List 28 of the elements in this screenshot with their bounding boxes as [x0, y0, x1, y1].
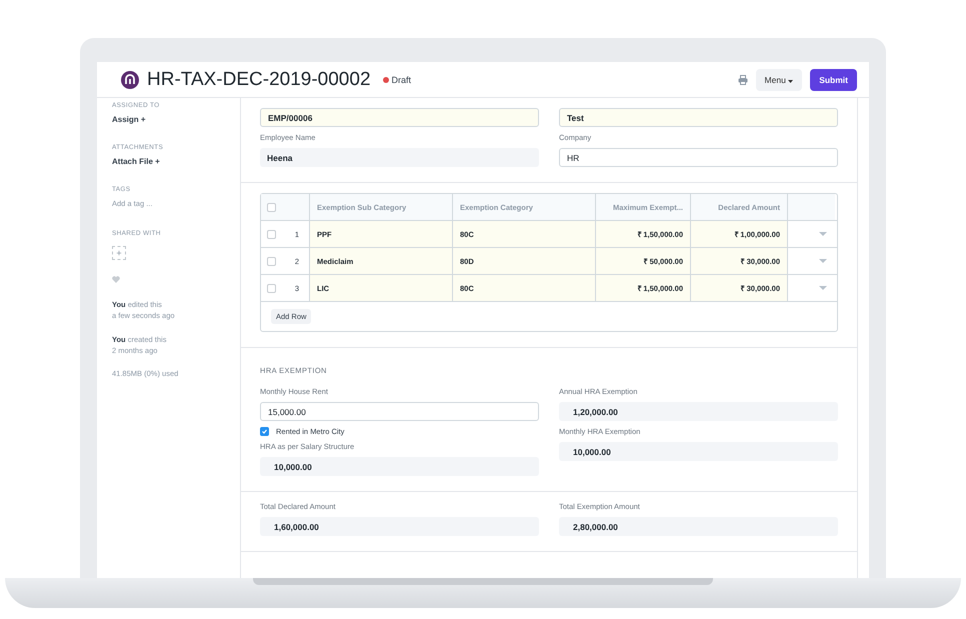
document-title: HR-TAX-DEC-2019-00002 — [147, 68, 371, 90]
rent-input[interactable]: 15,000.00 — [260, 402, 539, 421]
row-checkbox[interactable] — [267, 230, 276, 238]
caret-icon[interactable] — [819, 259, 827, 263]
submit-button[interactable]: Submit — [810, 68, 857, 90]
select-all-checkbox[interactable] — [267, 202, 276, 212]
form-field[interactable]: Test — [559, 108, 838, 127]
readonly-field: 1,20,000.00 — [559, 402, 838, 421]
caret-icon[interactable] — [819, 286, 827, 290]
readonly-field: 10,000.00 — [260, 457, 539, 476]
form-field: Heena — [260, 148, 539, 167]
readonly-field: 10,000.00 — [559, 442, 838, 461]
checkbox-icon[interactable] — [260, 427, 269, 436]
menu-button[interactable]: Menu — [756, 68, 802, 90]
attach-file-link[interactable]: Attach File + — [112, 157, 225, 166]
logo-icon — [121, 70, 139, 88]
form-field[interactable]: HR — [559, 148, 838, 167]
form-field[interactable]: EMP/00006 — [260, 108, 539, 127]
readonly-field: 1,60,000.00 — [260, 517, 539, 536]
row-checkbox[interactable] — [267, 284, 276, 292]
readonly-field: 2,80,000.00 — [559, 517, 838, 536]
heart-icon[interactable] — [112, 276, 120, 283]
status-label: Draft — [392, 74, 412, 84]
caret-icon — [788, 80, 794, 82]
caret-icon[interactable] — [819, 232, 827, 236]
print-icon[interactable] — [738, 74, 748, 84]
assign-link[interactable]: Assign + — [112, 115, 225, 124]
row-checkbox[interactable] — [267, 256, 276, 266]
